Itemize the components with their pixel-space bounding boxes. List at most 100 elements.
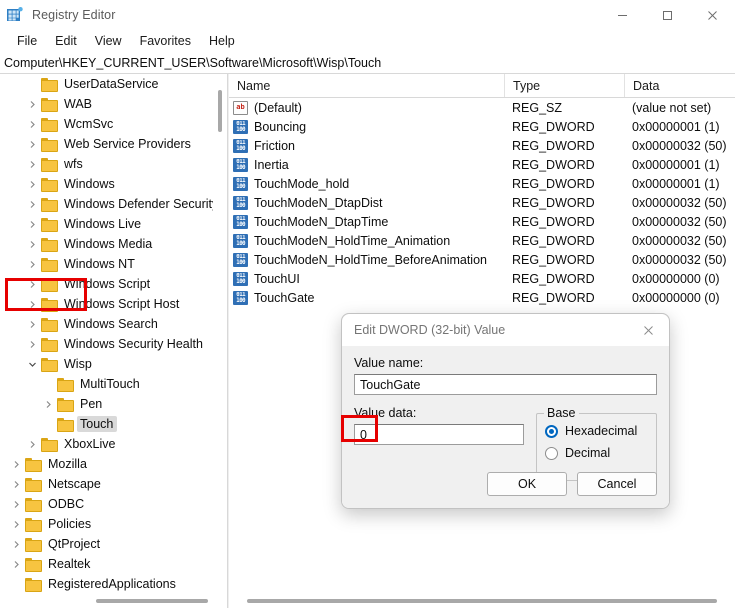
tree-item-wab[interactable]: WAB xyxy=(0,94,213,114)
menu-item-edit[interactable]: Edit xyxy=(46,32,86,50)
chevron-right-icon[interactable] xyxy=(24,280,40,289)
chevron-right-icon[interactable] xyxy=(24,300,40,309)
tree-item-odbc[interactable]: ODBC xyxy=(0,494,213,514)
value-data-text: 0 xyxy=(360,427,367,442)
value-row[interactable]: 011 100 Bouncing REG_DWORD 0x00000001 (1) xyxy=(229,117,735,136)
tree-item-windows-media[interactable]: Windows Media xyxy=(0,234,213,254)
chevron-right-icon[interactable] xyxy=(24,240,40,249)
tree-item-touch[interactable]: Touch xyxy=(0,414,213,434)
tree-vertical-scrollbar[interactable] xyxy=(213,74,227,594)
chevron-down-icon[interactable] xyxy=(24,360,40,369)
chevron-right-icon[interactable] xyxy=(24,140,40,149)
value-row[interactable]: 011 100 TouchModeN_DtapTime REG_DWORD 0x0000… xyxy=(229,212,735,231)
value-row[interactable]: 011 100 Inertia REG_DWORD 0x00000001 (1) xyxy=(229,155,735,174)
chevron-right-icon[interactable] xyxy=(24,320,40,329)
tree-item-windows-defender-security-c[interactable]: Windows Defender Security C xyxy=(0,194,213,214)
menu-item-favorites[interactable]: Favorites xyxy=(131,32,200,50)
registry-tree[interactable]: UserDataService WAB WcmSvc Web Service Prov… xyxy=(0,74,213,594)
dword-value-icon: 011 100 xyxy=(233,252,248,267)
column-header-name[interactable]: Name xyxy=(229,74,504,97)
chevron-right-icon[interactable] xyxy=(24,100,40,109)
tree-item-label: Policies xyxy=(48,517,92,531)
tree-item-windows-script-host[interactable]: Windows Script Host xyxy=(0,294,213,314)
chevron-right-icon[interactable] xyxy=(8,460,24,469)
tree-hscroll-thumb[interactable] xyxy=(96,599,208,603)
dword-value-icon: 011 100 xyxy=(233,290,248,305)
edit-dword-dialog: Edit DWORD (32-bit) Value Value name: To… xyxy=(341,313,670,509)
chevron-right-icon[interactable] xyxy=(24,200,40,209)
dialog-close-button[interactable] xyxy=(627,314,669,346)
value-row[interactable]: 011 100 TouchMode_hold REG_DWORD 0x00000001 … xyxy=(229,174,735,193)
tree-item-label: Windows Live xyxy=(64,217,142,231)
column-header-data[interactable]: Data xyxy=(624,74,735,97)
value-data-cell: 0x00000032 (50) xyxy=(632,138,727,153)
value-data-cell: 0x00000000 (0) xyxy=(632,271,720,286)
values-hscroll-thumb[interactable] xyxy=(247,599,717,603)
tree-item-windows-security-health[interactable]: Windows Security Health xyxy=(0,334,213,354)
close-button[interactable] xyxy=(690,0,735,30)
chevron-right-icon[interactable] xyxy=(40,400,56,409)
tree-horizontal-scrollbar[interactable] xyxy=(0,594,213,608)
value-name-text: Friction xyxy=(254,138,295,153)
tree-item-xboxlive[interactable]: XboxLive xyxy=(0,434,213,454)
chevron-right-icon[interactable] xyxy=(24,260,40,269)
tree-item-web-service-providers[interactable]: Web Service Providers xyxy=(0,134,213,154)
address-bar[interactable]: Computer\HKEY_CURRENT_USER\Software\Micr… xyxy=(0,52,735,74)
chevron-right-icon[interactable] xyxy=(24,120,40,129)
tree-item-registeredapplications[interactable]: RegisteredApplications xyxy=(0,574,213,594)
chevron-right-icon[interactable] xyxy=(24,160,40,169)
tree-item-qtproject[interactable]: QtProject xyxy=(0,534,213,554)
chevron-right-icon[interactable] xyxy=(8,500,24,509)
radio-decimal-indicator[interactable] xyxy=(545,446,558,460)
tree-item-netscape[interactable]: Netscape xyxy=(0,474,213,494)
tree-item-realtek[interactable]: Realtek xyxy=(0,554,213,574)
tree-item-label: Windows xyxy=(64,177,115,191)
chevron-right-icon[interactable] xyxy=(8,540,24,549)
chevron-right-icon[interactable] xyxy=(24,440,40,449)
tree-item-windows-search[interactable]: Windows Search xyxy=(0,314,213,334)
column-header-type[interactable]: Type xyxy=(504,74,624,97)
value-row[interactable]: ab (Default) REG_SZ (value not set) xyxy=(229,98,735,117)
value-row[interactable]: 011 100 Friction REG_DWORD 0x00000032 (50) xyxy=(229,136,735,155)
maximize-button[interactable] xyxy=(645,0,690,30)
value-name-input[interactable]: TouchGate xyxy=(354,374,657,395)
chevron-right-icon[interactable] xyxy=(8,480,24,489)
value-row[interactable]: 011 100 TouchModeN_HoldTime_BeforeAnimatio… xyxy=(229,250,735,269)
menu-item-file[interactable]: File xyxy=(8,32,46,50)
tree-item-multitouch[interactable]: MultiTouch xyxy=(0,374,213,394)
values-horizontal-scrollbar[interactable] xyxy=(229,594,735,608)
radio-hexadecimal[interactable]: Hexadecimal xyxy=(545,420,648,442)
chevron-right-icon[interactable] xyxy=(24,180,40,189)
tree-item-windows-script[interactable]: Windows Script xyxy=(0,274,213,294)
ok-button[interactable]: OK xyxy=(487,472,567,496)
cancel-button[interactable]: Cancel xyxy=(577,472,657,496)
tree-item-windows-nt[interactable]: Windows NT xyxy=(0,254,213,274)
menu-item-view[interactable]: View xyxy=(86,32,131,50)
value-row[interactable]: 011 100 TouchModeN_HoldTime_Animation REG_D… xyxy=(229,231,735,250)
radio-hexadecimal-indicator[interactable] xyxy=(545,424,558,438)
tree-item-userdataservice[interactable]: UserDataService xyxy=(0,74,213,94)
tree-item-wfs[interactable]: wfs xyxy=(0,154,213,174)
tree-item-windows-live[interactable]: Windows Live xyxy=(0,214,213,234)
value-row[interactable]: 011 100 TouchModeN_DtapDist REG_DWORD 0x0000… xyxy=(229,193,735,212)
radio-decimal[interactable]: Decimal xyxy=(545,442,648,464)
tree-item-mozilla[interactable]: Mozilla xyxy=(0,454,213,474)
value-row[interactable]: 011 100 TouchGate REG_DWORD 0x00000000 (0) xyxy=(229,288,735,307)
tree-item-policies[interactable]: Policies xyxy=(0,514,213,534)
minimize-button[interactable] xyxy=(600,0,645,30)
chevron-right-icon[interactable] xyxy=(24,220,40,229)
value-name-text: TouchGate xyxy=(254,290,315,305)
menu-item-help[interactable]: Help xyxy=(200,32,244,50)
tree-item-wisp[interactable]: Wisp xyxy=(0,354,213,374)
tree-item-windows[interactable]: Windows xyxy=(0,174,213,194)
tree-item-pen[interactable]: Pen xyxy=(0,394,213,414)
value-row[interactable]: 011 100 TouchUI REG_DWORD 0x00000000 (0) xyxy=(229,269,735,288)
chevron-right-icon[interactable] xyxy=(8,520,24,529)
string-value-icon: ab xyxy=(233,100,248,115)
tree-vscroll-thumb[interactable] xyxy=(218,90,222,132)
value-name-cell: 011 100 TouchGate xyxy=(229,290,504,305)
tree-item-wcmsvc[interactable]: WcmSvc xyxy=(0,114,213,134)
value-data-input[interactable]: 0 xyxy=(354,424,524,445)
chevron-right-icon[interactable] xyxy=(24,340,40,349)
chevron-right-icon[interactable] xyxy=(8,560,24,569)
